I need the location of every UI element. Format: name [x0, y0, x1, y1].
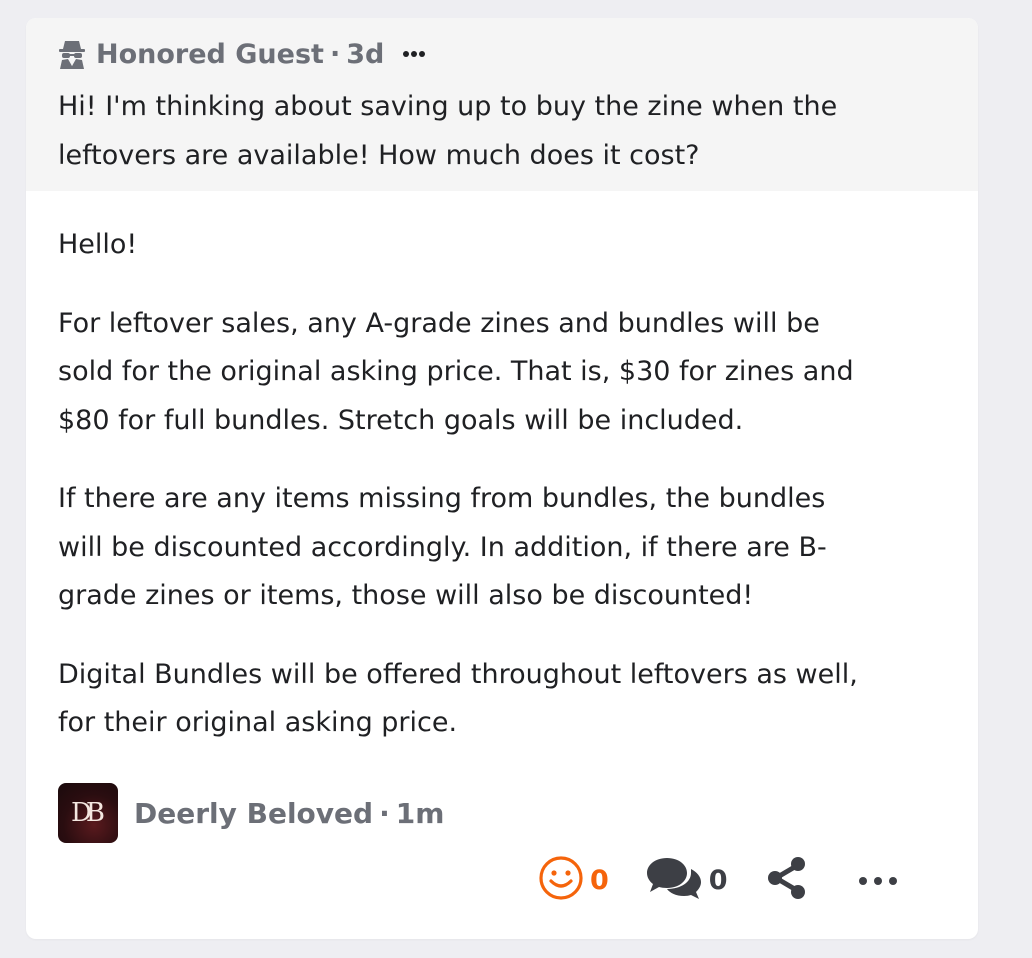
- spy-icon: [58, 39, 86, 69]
- question-text: Hi! I'm thinking about saving up to buy …: [58, 91, 838, 171]
- question-separator: ·: [329, 38, 341, 70]
- question-time: 3d: [346, 38, 385, 70]
- answer-author: DB Deerly Beloved · 1m: [58, 783, 444, 843]
- question-block: Honored Guest · 3d Hi! I'm thinking abou…: [26, 18, 978, 191]
- answer-line: If there are any items missing from bund…: [58, 483, 826, 514]
- action-bar: 0 0: [538, 855, 898, 905]
- answer-separator: ·: [379, 796, 390, 830]
- react-button[interactable]: 0: [538, 855, 609, 905]
- answer-line: grade zines or items, those will also be…: [58, 580, 754, 611]
- answer-paragraph: Digital Bundles will be offered througho…: [58, 651, 948, 748]
- question-author[interactable]: Honored Guest: [96, 39, 324, 70]
- more-icon: [858, 871, 898, 890]
- question-more-icon[interactable]: [402, 50, 426, 58]
- answer-paragraph: For leftover sales, any A-grade zines an…: [58, 300, 948, 446]
- answer-body: Hello! For leftover sales, any A-grade z…: [58, 221, 948, 778]
- comment-button[interactable]: 0: [645, 855, 728, 905]
- comment-card: Honored Guest · 3d Hi! I'm thinking abou…: [26, 18, 978, 939]
- smiley-icon: [538, 855, 584, 905]
- share-icon: [766, 856, 808, 904]
- avatar[interactable]: DB: [58, 783, 118, 843]
- answer-paragraph: Hello!: [58, 221, 948, 270]
- answer-author-name[interactable]: Deerly Beloved: [134, 797, 373, 830]
- share-button[interactable]: [766, 856, 808, 904]
- answer-line: will be discounted accordingly. In addit…: [58, 531, 827, 563]
- answer-line: Digital Bundles will be offered througho…: [58, 658, 858, 690]
- answer-paragraph: If there are any items missing from bund…: [58, 475, 948, 621]
- answer-line: sold for the original asking price. That…: [58, 356, 854, 387]
- answer-line: for their original asking price.: [58, 707, 458, 738]
- question-header: Honored Guest · 3d: [58, 36, 426, 72]
- comments-icon: [645, 855, 703, 905]
- answer-line: For leftover sales, any A-grade zines an…: [58, 307, 820, 339]
- answer-line: $80 for full bundles. Stretch goals will…: [58, 404, 744, 436]
- answer-line: Hello!: [58, 229, 138, 260]
- more-button[interactable]: [858, 871, 898, 890]
- answer-time: 1m: [395, 796, 445, 830]
- comment-count: 0: [708, 864, 728, 896]
- react-count: 0: [590, 864, 609, 896]
